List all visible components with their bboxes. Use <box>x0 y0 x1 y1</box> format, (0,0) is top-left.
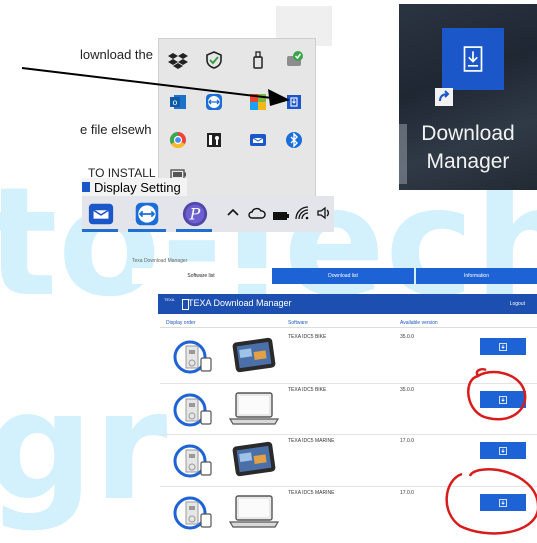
tab-software-list-label: Software list <box>187 273 215 279</box>
package-icon <box>172 336 214 378</box>
download-icon <box>499 498 507 507</box>
taskbar-texa-app[interactable] <box>86 199 116 229</box>
package-icon <box>172 440 214 482</box>
row-divider <box>160 434 537 435</box>
software-version: 17.0.0 <box>400 438 414 444</box>
row-divider <box>160 383 537 384</box>
tray-overflow-popup: o <box>158 38 316 198</box>
package-icon <box>172 492 214 534</box>
column-header-software[interactable]: Software <box>288 320 308 326</box>
column-header-divider <box>160 327 537 328</box>
microsoft-office-icon[interactable] <box>247 91 269 113</box>
bluetooth-icon[interactable] <box>283 129 305 151</box>
column-header-display-order[interactable]: Display order <box>166 320 195 326</box>
column-header-version[interactable]: Available version <box>400 320 438 326</box>
watermark-line2: gr <box>0 360 168 534</box>
taskbar: P <box>82 196 334 232</box>
display-settings-icon <box>82 182 90 192</box>
row-divider <box>160 486 537 487</box>
teamviewer-icon[interactable] <box>203 91 225 113</box>
download-button[interactable] <box>480 338 526 355</box>
doc-line-1: lownload the <box>80 47 153 62</box>
app-window-title: Texa Download Manager <box>132 258 188 264</box>
software-version: 35.0.0 <box>400 387 414 393</box>
tab-information[interactable]: Information <box>416 268 537 284</box>
desktop-label-line1: Download <box>421 122 515 145</box>
software-version: 35.0.0 <box>400 334 414 340</box>
table-row: TEXA IDC5 MARINE 17.0.0 <box>160 436 537 488</box>
software-name: TEXA IDC5 MARINE <box>288 438 335 444</box>
table-row: TEXA IDC5 BIKE 35.0.0 <box>160 385 537 437</box>
desktop-label-line2: Manager <box>426 150 510 173</box>
outlook-icon[interactable]: o <box>167 91 189 113</box>
key-app-icon[interactable] <box>203 129 225 151</box>
app-tabs: Software list Download list Information <box>132 268 537 284</box>
doc-line-2: e file elsewh <box>80 122 152 137</box>
shield-icon[interactable] <box>203 49 225 71</box>
download-button[interactable] <box>480 494 526 511</box>
desktop-shortcut-label[interactable]: Download Manager <box>399 120 537 176</box>
download-button[interactable] <box>480 391 526 408</box>
laptop-image <box>226 387 282 429</box>
desktop-background: Download Manager <box>399 4 537 190</box>
tab-download-list[interactable]: Download list <box>272 268 414 284</box>
table-row: TEXA IDC5 BIKE 35.0.0 <box>160 332 537 384</box>
security-check-icon[interactable] <box>283 49 305 71</box>
p-app-icon: P <box>182 201 208 227</box>
taskbar-teamviewer[interactable] <box>132 199 162 229</box>
tab-download-list-label: Download list <box>328 273 358 279</box>
software-name: TEXA IDC5 BIKE <box>288 334 327 340</box>
taskbar-teamviewer-underline <box>128 229 166 232</box>
software-version: 17.0.0 <box>400 490 414 496</box>
logout-link[interactable]: Logout <box>510 301 525 307</box>
download-icon <box>499 395 507 404</box>
app-header: TEXA TEXA Download Manager Logout <box>158 294 537 314</box>
display-settings-item[interactable]: Display Setting <box>82 178 187 196</box>
dropbox-icon[interactable] <box>167 49 189 71</box>
svg-text:P: P <box>189 205 201 224</box>
usb-drive-icon[interactable] <box>247 49 269 71</box>
taskbar-p-app[interactable]: P <box>180 199 210 229</box>
wifi-icon[interactable] <box>294 205 310 226</box>
cloud-icon[interactable] <box>248 206 266 224</box>
svg-text:o: o <box>173 98 178 107</box>
taskbar-p-underline <box>176 229 212 232</box>
display-settings-label: Display Setting <box>94 179 181 195</box>
download-icon <box>499 342 507 351</box>
table-row: TEXA IDC5 MARINE 17.0.0 <box>160 488 537 540</box>
package-icon <box>172 389 214 431</box>
download-icon <box>499 446 507 455</box>
desktop-download-manager-icon[interactable] <box>442 28 504 90</box>
texa-app-icon <box>88 203 114 225</box>
tab-information-label: Information <box>463 273 489 279</box>
chevron-up-icon[interactable] <box>226 205 240 224</box>
battery-icon[interactable] <box>272 208 290 226</box>
download-button[interactable] <box>480 442 526 459</box>
download-manager-icon[interactable] <box>283 91 305 113</box>
texa-app-icon[interactable] <box>247 129 269 151</box>
teamviewer-icon <box>135 202 159 226</box>
software-name: TEXA IDC5 MARINE <box>288 490 335 496</box>
app-title: TEXA Download Manager <box>188 298 292 308</box>
tab-software-list[interactable]: Software list <box>132 268 270 284</box>
tablet-image <box>226 334 282 376</box>
chrome-icon[interactable] <box>167 129 189 151</box>
taskbar-texa-underline <box>82 229 118 232</box>
shortcut-arrow-icon <box>435 88 453 106</box>
tablet-image <box>226 438 282 480</box>
speaker-icon[interactable] <box>316 205 332 226</box>
software-name: TEXA IDC5 BIKE <box>288 387 327 393</box>
texa-logo: TEXA <box>164 297 175 302</box>
laptop-image <box>226 490 282 532</box>
